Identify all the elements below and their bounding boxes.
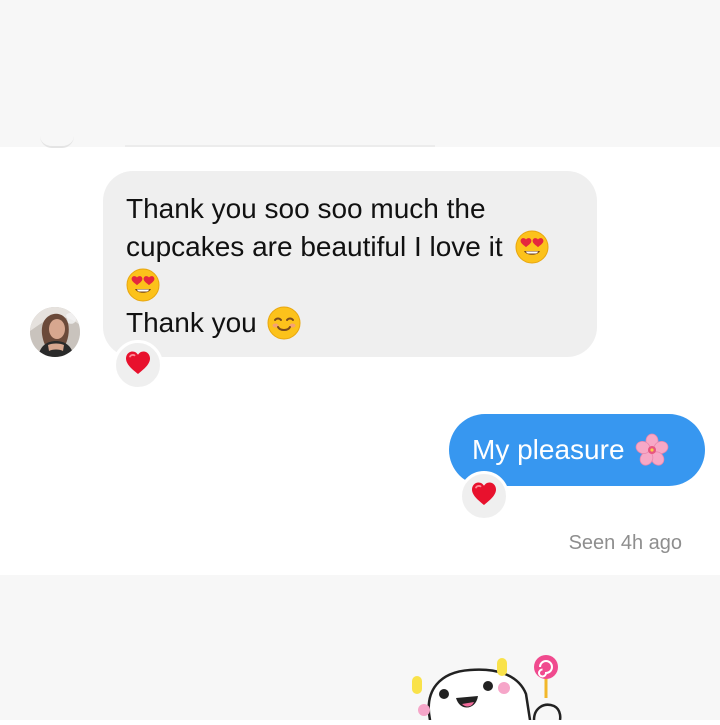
heart-eyes-emoji (126, 268, 160, 302)
outgoing-reaction[interactable] (459, 471, 509, 521)
incoming-message-line-2-row: cupcakes are beautiful I love it (126, 228, 575, 266)
cute-sticker-icon (400, 650, 580, 722)
top-band (0, 0, 720, 147)
smiling-face-emoji (267, 306, 301, 340)
incoming-message-line-2: cupcakes are beautiful I love it (126, 231, 503, 262)
incoming-message-bubble[interactable]: Thank you soo soo much the cupcakes are … (103, 171, 597, 357)
incoming-message-line-3-row (126, 266, 575, 304)
seen-status: Seen 4h ago (568, 532, 682, 554)
bottom-band (0, 575, 720, 720)
outgoing-message-text: My pleasure (472, 434, 625, 465)
red-heart-icon (470, 481, 498, 512)
avatar[interactable] (30, 307, 80, 357)
red-heart-icon (124, 350, 152, 381)
incoming-message-line-4: Thank you (126, 307, 257, 338)
incoming-reaction[interactable] (113, 340, 163, 390)
heart-eyes-emoji (515, 230, 549, 264)
incoming-message-line-4-row: Thank you (126, 304, 575, 342)
incoming-message-line-1: Thank you soo soo much the (126, 193, 486, 224)
previous-message-bubble-edge (125, 145, 435, 147)
avatar-photo (30, 307, 80, 357)
cherry-blossom-emoji (635, 433, 669, 467)
